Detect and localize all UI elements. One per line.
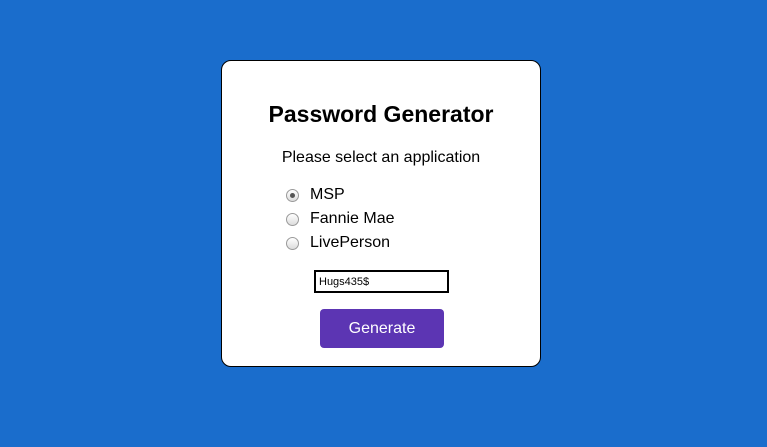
radio-button-fannie-mae[interactable] [286, 212, 299, 226]
generate-button[interactable]: Generate [320, 309, 444, 348]
password-field[interactable] [314, 270, 449, 293]
radio-label-fannie-mae: Fannie Mae [310, 210, 395, 227]
radio-option-msp[interactable]: MSP [286, 183, 395, 207]
radio-button-liveperson[interactable] [286, 236, 299, 250]
application-radio-group: MSP Fannie Mae LivePerson [286, 183, 395, 255]
radio-option-fannie-mae[interactable]: Fannie Mae [286, 207, 395, 231]
page-title: Password Generator [268, 101, 494, 127]
radio-label-msp: MSP [310, 186, 345, 203]
application-prompt: Please select an application [281, 149, 481, 166]
radio-label-liveperson: LivePerson [310, 234, 391, 251]
radio-option-liveperson[interactable]: LivePerson [286, 231, 395, 255]
password-generator-card: Password Generator Please select an appl… [221, 60, 541, 367]
radio-button-msp[interactable] [286, 188, 299, 202]
